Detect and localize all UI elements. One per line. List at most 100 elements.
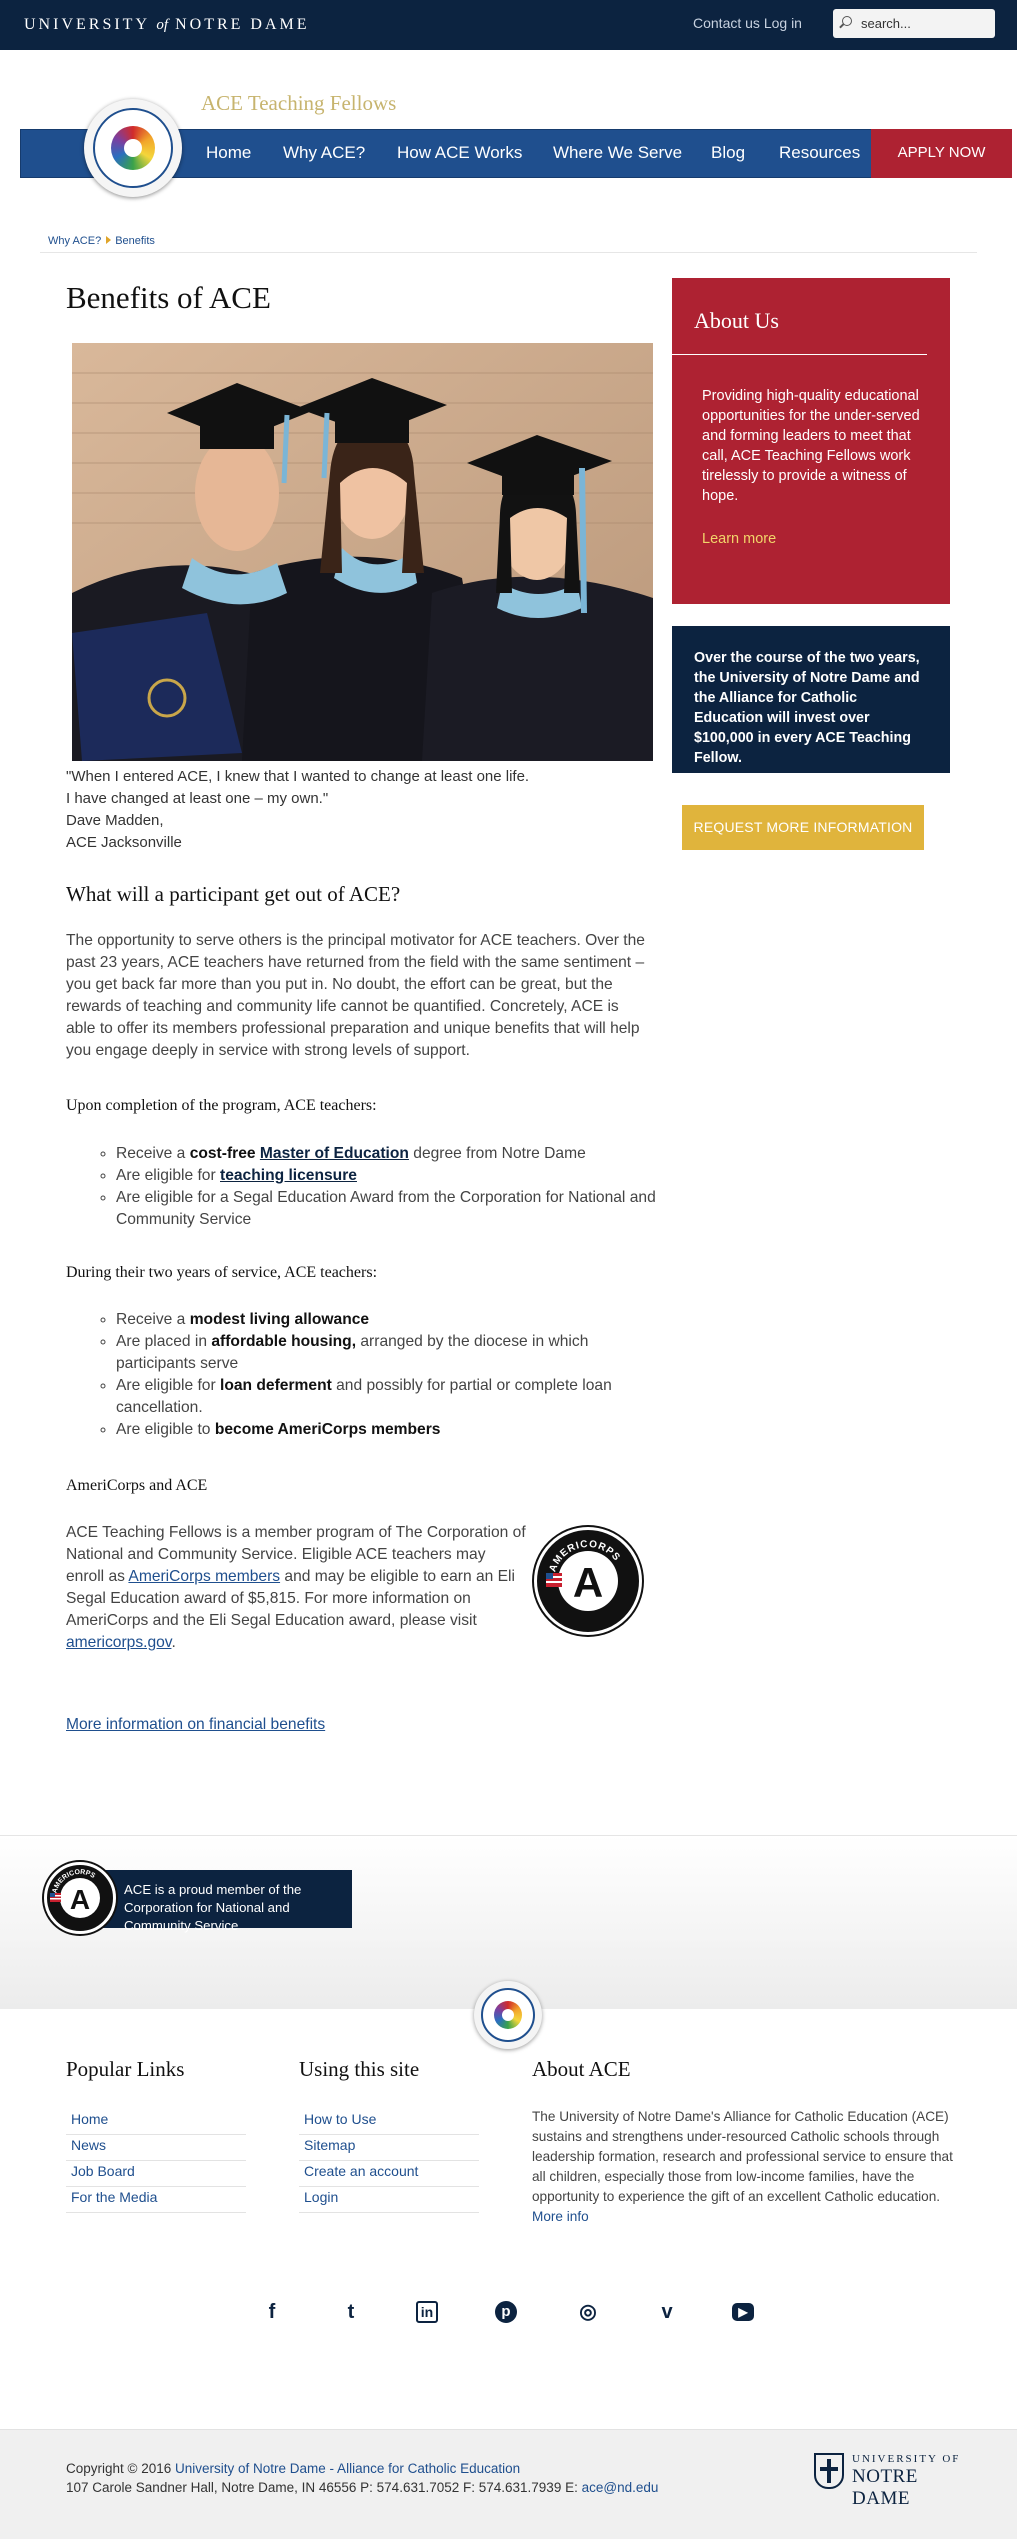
footer-link-create-account[interactable]: Create an account <box>299 2161 479 2187</box>
brand-university: UNIVERSITY <box>24 16 150 33</box>
search-placeholder: search... <box>861 16 911 31</box>
breadcrumb-why-ace[interactable]: Why ACE? <box>48 235 101 247</box>
about-us-text: Providing high-quality educational oppor… <box>702 388 920 504</box>
nav-resources[interactable]: Resources <box>779 143 860 163</box>
copyright-link[interactable]: University of Notre Dame - Alliance for … <box>175 2461 520 2476</box>
using-this-site-list: How to Use Sitemap Create an account Log… <box>299 2109 479 2213</box>
list-item: Are placed in affordable housing, arrang… <box>116 1331 656 1375</box>
list-text: Are eligible to <box>116 1421 215 1438</box>
vimeo-icon[interactable]: v <box>653 2298 681 2326</box>
about-us-title: About Us <box>694 308 779 333</box>
about-ace-title: About ACE <box>532 2057 631 2081</box>
quote-line: I have changed at least one – my own." <box>66 790 329 807</box>
list-text: Are eligible for <box>116 1377 221 1394</box>
list-bold: loan deferment <box>220 1377 332 1394</box>
breadcrumb-benefits[interactable]: Benefits <box>115 235 155 247</box>
about-ace-text: The University of Notre Dame's Alliance … <box>532 2107 962 2227</box>
investment-panel: Over the course of the two years, the Un… <box>672 626 950 773</box>
search-icon <box>842 16 852 26</box>
list-text: degree from Notre Dame <box>408 1145 586 1162</box>
list-item: Receive a modest living allowance <box>116 1309 656 1331</box>
footer-link-for-the-media[interactable]: For the Media <box>66 2187 246 2213</box>
americorps-gov-link[interactable]: americorps.gov <box>66 1634 171 1651</box>
pinterest-icon[interactable]: p <box>495 2301 517 2323</box>
nav-how-ace-works[interactable]: How ACE Works <box>397 143 522 163</box>
divider <box>672 354 927 355</box>
breadcrumb: Why ACE? Benefits <box>48 235 155 247</box>
list-text: Are eligible for <box>116 1167 221 1184</box>
more-info-link[interactable]: More info <box>532 2209 589 2224</box>
shield-icon <box>814 2453 844 2489</box>
list-item: Are eligible for teaching licensure <box>116 1165 656 1187</box>
request-more-information-button[interactable]: REQUEST MORE INFORMATION <box>682 805 924 850</box>
about-ace-body: The University of Notre Dame's Alliance … <box>532 2109 953 2204</box>
quote-line: "When I entered ACE, I knew that I wante… <box>66 768 530 785</box>
nav-where-we-serve[interactable]: Where We Serve <box>553 143 682 163</box>
list-item: Receive a cost-free Master of Education … <box>116 1143 656 1165</box>
nav-blog[interactable]: Blog <box>711 143 745 163</box>
service-heading: During their two years of service, ACE t… <box>66 1264 378 1281</box>
notre-dame-logo[interactable]: UNIVERSITY OF NOTRE DAME <box>814 2451 974 2509</box>
ace-logo[interactable] <box>84 99 182 197</box>
master-of-education-link[interactable]: Master of Education <box>260 1145 409 1162</box>
testimonial-quote: "When I entered ACE, I knew that I wante… <box>66 766 529 854</box>
page-title: Benefits of ACE <box>66 280 271 315</box>
bottom-bar: Copyright © 2016 University of Notre Dam… <box>0 2429 1017 2539</box>
email-link[interactable]: ace@nd.edu <box>582 2480 659 2495</box>
americorps-badge-letter: A <box>70 1884 90 1915</box>
list-text: Receive a <box>116 1311 190 1328</box>
address-text: 107 Carole Sandner Hall, Notre Dame, IN … <box>66 2480 582 2495</box>
brand-of: of <box>156 17 169 33</box>
americorps-members-link[interactable]: AmeriCorps members <box>128 1568 280 1585</box>
footer-link-how-to-use[interactable]: How to Use <box>299 2109 479 2135</box>
divider <box>0 1835 1017 1836</box>
list-item: Are eligible for a Segal Education Award… <box>116 1187 656 1231</box>
americorps-logo: AMERICORPS A <box>534 1527 642 1635</box>
ace-logo-emblem-icon <box>481 1988 535 2042</box>
footer-ace-logo[interactable] <box>474 1981 542 2049</box>
facebook-icon[interactable]: f <box>258 2298 286 2326</box>
top-links: Contact us Log in <box>693 15 802 31</box>
americorps-body: ACE Teaching Fellows is a member program… <box>66 1522 526 1654</box>
divider <box>40 252 977 253</box>
about-us-panel: About Us Providing high-quality educatio… <box>672 278 950 604</box>
university-brand[interactable]: UNIVERSITY of NOTRE DAME <box>24 16 310 34</box>
list-bold: affordable housing, <box>211 1333 357 1350</box>
instagram-icon[interactable]: ◎ <box>574 2298 602 2326</box>
footer-link-job-board[interactable]: Job Board <box>66 2161 246 2187</box>
site-name[interactable]: ACE Teaching Fellows <box>201 91 396 116</box>
contact-link[interactable]: Contact us <box>693 15 760 31</box>
service-list: Receive a modest living allowance Are pl… <box>116 1309 656 1441</box>
twitter-icon[interactable]: t <box>337 2298 365 2326</box>
youtube-icon[interactable]: ▶ <box>732 2303 754 2321</box>
graduates-photo <box>72 343 653 761</box>
nav-why-ace[interactable]: Why ACE? <box>283 143 365 163</box>
brand-notre-dame: NOTRE DAME <box>175 16 310 33</box>
ace-logo-emblem-icon <box>93 108 173 188</box>
completion-heading: Upon completion of the program, ACE teac… <box>66 1097 377 1114</box>
apply-now-button[interactable]: APPLY NOW <box>871 129 1012 178</box>
teaching-licensure-link[interactable]: teaching licensure <box>220 1167 357 1184</box>
americorps-member-banner[interactable]: ACE is a proud member of the Corporation… <box>82 1870 352 1933</box>
quote-location: ACE Jacksonville <box>66 834 182 851</box>
linkedin-icon[interactable]: in <box>416 2301 438 2323</box>
list-text: Receive a <box>116 1145 190 1162</box>
footer-link-news[interactable]: News <box>66 2135 246 2161</box>
footer-link-sitemap[interactable]: Sitemap <box>299 2135 479 2161</box>
breadcrumb-arrow-icon <box>106 236 112 244</box>
body-text: . <box>171 1634 176 1651</box>
list-item: Are eligible to become AmeriCorps member… <box>116 1419 656 1441</box>
popular-links-list: Home News Job Board For the Media <box>66 2109 246 2213</box>
nd-logo-top: UNIVERSITY OF <box>852 2453 961 2465</box>
login-link[interactable]: Log in <box>764 15 802 31</box>
nav-home[interactable]: Home <box>206 143 251 163</box>
top-bar: UNIVERSITY of NOTRE DAME Contact us Log … <box>0 0 1017 50</box>
americorps-logo-letter: A <box>573 1559 603 1606</box>
using-this-site-title: Using this site <box>299 2057 420 2081</box>
footer-link-home[interactable]: Home <box>66 2109 246 2135</box>
americorps-heading: AmeriCorps and ACE <box>66 1477 208 1494</box>
search-input[interactable]: search... <box>833 9 995 38</box>
footer-link-login[interactable]: Login <box>299 2187 479 2213</box>
learn-more-link[interactable]: Learn more <box>702 531 776 547</box>
financial-benefits-link[interactable]: More information on financial benefits <box>66 1716 325 1734</box>
